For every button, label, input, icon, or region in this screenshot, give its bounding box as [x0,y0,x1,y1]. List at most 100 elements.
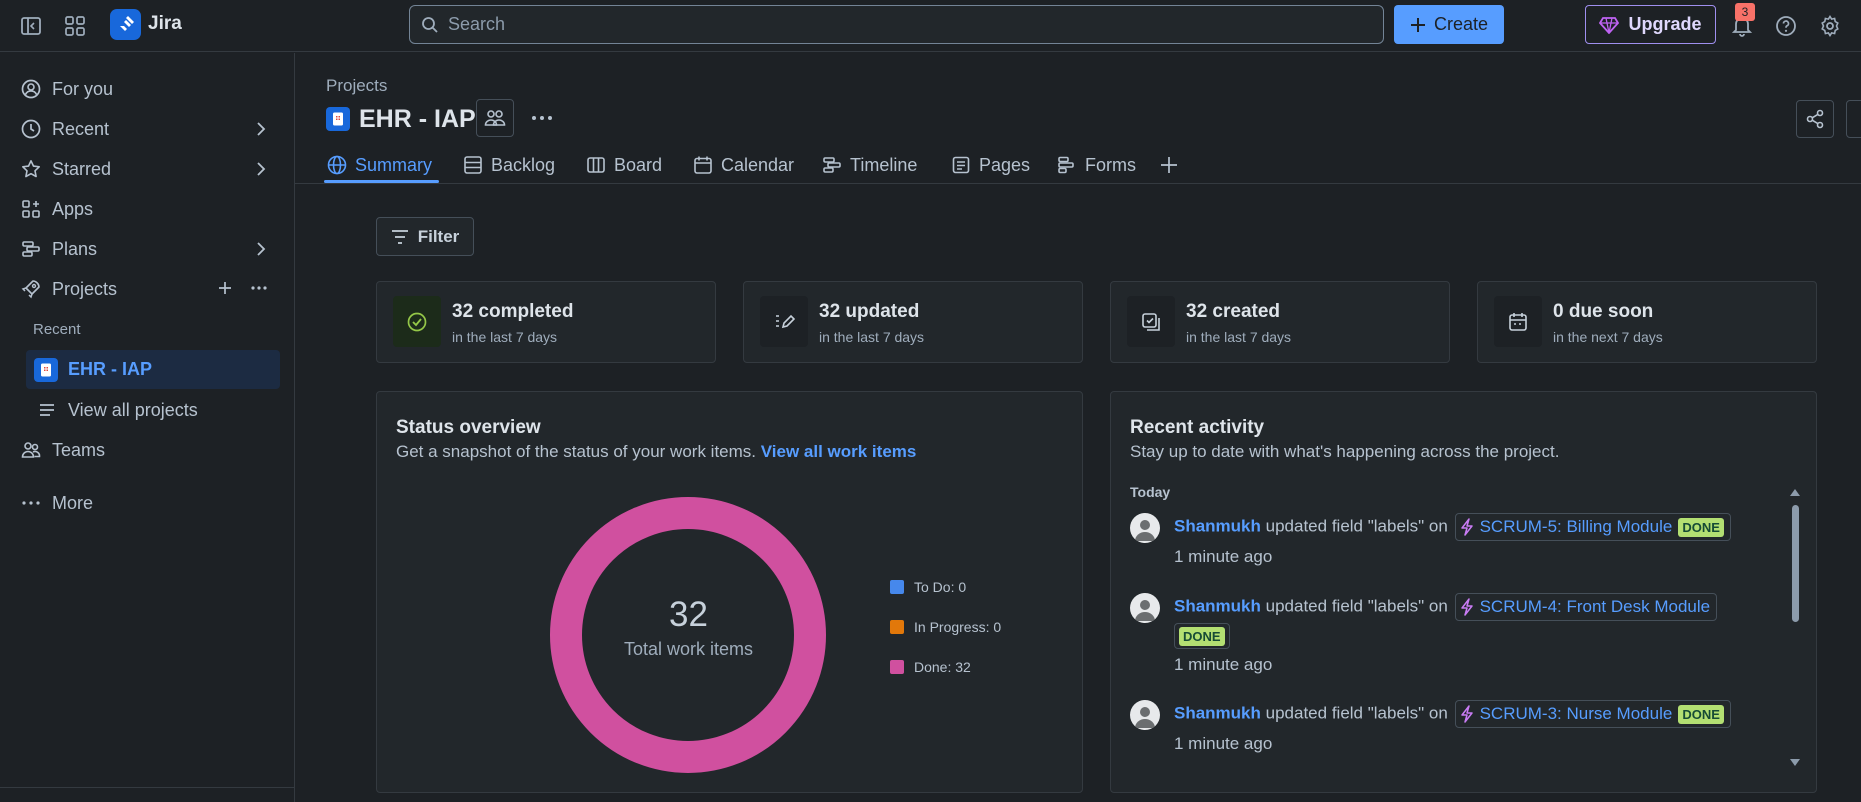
stat-subtitle: in the last 7 days [819,329,925,345]
projects-more-icon[interactable] [250,280,268,296]
more-actions-icon[interactable] [526,99,558,137]
legend-label: Done: 32 [914,659,971,675]
sidebar-item-starred[interactable]: Starred [14,151,280,187]
app-name[interactable]: Jira [148,13,182,35]
stat-title: 0 due soon [1553,301,1654,322]
tab-label: Timeline [850,154,918,175]
tab-pages[interactable]: Pages [951,148,1030,182]
search-icon [421,16,439,34]
add-tab-plus-icon[interactable] [1159,148,1179,182]
settings-gear-icon[interactable] [1815,11,1845,41]
stat-card-updated[interactable]: 32 updated in the last 7 days [743,281,1083,363]
sidebar-divider [0,787,295,788]
tabs-divider [295,183,1861,184]
expand-button[interactable] [1846,100,1861,138]
legend-label: To Do: 0 [914,579,967,595]
status-badge: DONE [1678,704,1724,724]
scroll-down-arrow-icon[interactable] [1789,758,1801,768]
search-input[interactable]: Search [409,5,1384,44]
lightning-icon [1460,598,1474,616]
issue-link[interactable]: SCRUM-3: Nurse Module DONE [1454,700,1731,728]
teams-icon [20,439,42,461]
sidebar-toggle-icon[interactable] [16,11,46,41]
sidebar-item-for-you[interactable]: For you [14,71,280,107]
activity-user-link[interactable]: Shanmukh [1174,703,1261,722]
tab-label: Forms [1085,154,1136,175]
legend-swatch [890,660,904,674]
apps-icon [20,198,42,220]
panel-subtitle: Stay up to date with what's happening ac… [1130,442,1560,461]
sidebar-item-apps[interactable]: Apps [14,191,280,227]
tab-summary[interactable]: Summary [327,148,432,182]
app-switcher-icon[interactable] [60,11,90,41]
activity-user-link[interactable]: Shanmukh [1174,516,1261,535]
project-name: EHR - IAP [68,359,153,379]
tab-timeline[interactable]: Timeline [822,148,917,182]
view-all-work-items-link[interactable]: View all work items [761,442,917,461]
lightning-icon [1460,705,1474,723]
tab-calendar[interactable]: Calendar [693,148,794,182]
filter-button[interactable]: Filter [376,217,474,256]
help-icon[interactable] [1771,11,1801,41]
page-title: EHR - IAP [359,105,476,133]
team-button[interactable] [476,99,514,137]
stat-title: 32 created [1186,301,1281,322]
issue-link[interactable]: SCRUM-4: Front Desk Module [1454,593,1718,621]
sidebar-item-plans[interactable]: Plans [14,231,280,267]
tab-forms[interactable]: Forms [1057,148,1136,182]
chevron-right-icon[interactable] [256,161,266,177]
people-icon [484,108,506,128]
stat-card-created[interactable]: 32 created in the last 7 days [1110,281,1450,363]
sidebar-item-label: Teams [52,439,106,460]
forms-icon [1057,155,1077,175]
add-project-plus-icon[interactable] [217,280,233,296]
view-all-label: View all projects [68,399,198,420]
create-button[interactable]: Create [1394,5,1504,44]
stat-subtitle: in the next 7 days [1553,329,1663,345]
legend-item-in-progress[interactable]: In Progress: 0 [890,619,1001,635]
breadcrumb[interactable]: Projects [326,76,387,96]
plus-icon [1410,17,1426,33]
tab-backlog[interactable]: Backlog [463,148,555,182]
activity-user-link[interactable]: Shanmukh [1174,596,1261,615]
sidebar-item-label: Projects [52,278,118,299]
subtitle-text: Get a snapshot of the status of your wor… [396,442,757,461]
legend-item-done[interactable]: Done: 32 [890,659,971,675]
issue-status-chip[interactable]: DONE [1174,623,1230,649]
created-icon [1127,296,1175,347]
avatar[interactable] [1130,593,1160,623]
activity-action: updated field "labels" on [1265,596,1448,616]
jira-logo-icon[interactable] [110,9,141,40]
avatar[interactable] [1130,700,1160,730]
chevron-right-icon[interactable] [256,121,266,137]
tab-board[interactable]: Board [586,148,662,182]
tab-label: Calendar [721,154,795,175]
sidebar-item-ehr-iap[interactable]: EHR - IAP [26,350,280,389]
scroll-up-arrow-icon[interactable] [1789,487,1801,497]
sidebar-item-teams[interactable]: Teams [14,432,280,468]
status-badge: DONE [1179,626,1225,646]
donut-segment-2[interactable] [550,497,826,773]
avatar[interactable] [1130,513,1160,543]
stat-card-due-soon[interactable]: 0 due soon in the next 7 days [1477,281,1817,363]
sidebar-item-more[interactable]: More [14,485,280,521]
stat-card-completed[interactable]: 32 completed in the last 7 days [376,281,716,363]
legend-item-todo[interactable]: To Do: 0 [890,579,966,595]
check-circle-icon [393,296,441,347]
sidebar: For you Recent Starred Apps Plans Projec… [0,53,295,802]
tab-label: Board [614,154,663,175]
issue-title: SCRUM-5: Billing Module [1479,517,1673,536]
sidebar-item-projects[interactable]: Projects [14,271,280,307]
sidebar-item-label: Plans [52,238,98,259]
status-donut-chart [550,497,826,773]
view-all-projects-link[interactable]: View all projects [30,392,280,428]
sidebar-item-recent[interactable]: Recent [14,111,280,147]
chevron-right-icon[interactable] [256,241,266,257]
scrollbar-thumb[interactable] [1792,505,1799,622]
issue-title: SCRUM-4: Front Desk Module [1479,597,1711,616]
share-button[interactable] [1796,100,1834,138]
upgrade-button[interactable]: Upgrade [1585,5,1716,44]
tab-label: Summary [355,154,433,175]
legend-swatch [890,620,904,634]
issue-link[interactable]: SCRUM-5: Billing Module DONE [1454,513,1731,541]
